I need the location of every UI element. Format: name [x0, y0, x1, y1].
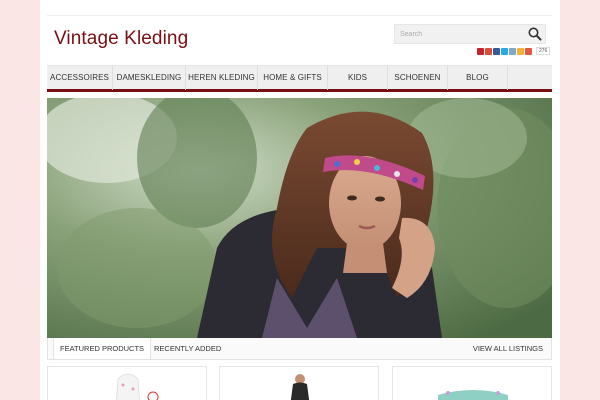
pinterest-icon[interactable] [477, 47, 484, 55]
site-title[interactable]: Vintage Kleding [54, 28, 188, 50]
tab-recently-added[interactable]: RECENTLY ADDED [148, 338, 227, 359]
page-inner: Vintage Kleding 276 ACCESSOIRES DAMESKLE… [47, 0, 552, 400]
page-container: Vintage Kleding 276 ACCESSOIRES DAMESKLE… [40, 0, 560, 400]
product-card[interactable] [47, 366, 207, 400]
hero-photo [47, 98, 552, 338]
top-strip [47, 0, 552, 16]
product-image [48, 367, 206, 400]
search-input[interactable] [395, 25, 523, 43]
product-card[interactable] [392, 366, 552, 400]
nav-item-heren-kleding[interactable]: HEREN KLEDING [186, 66, 258, 90]
nav-item-accessoires[interactable]: ACCESSOIRES [47, 66, 113, 90]
search-box [394, 24, 546, 44]
product-image [393, 367, 551, 400]
search-icon[interactable] [527, 26, 543, 42]
product-tabs: FEATURED PRODUCTS RECENTLY ADDED VIEW AL… [47, 338, 552, 360]
email-icon[interactable] [509, 47, 516, 55]
rss-icon[interactable] [517, 47, 524, 55]
view-all-listings-link[interactable]: VIEW ALL LISTINGS [467, 338, 549, 359]
hero-image[interactable] [47, 98, 552, 338]
nav-item-schoenen[interactable]: SCHOENEN [388, 66, 448, 90]
nav-item-home-gifts[interactable]: HOME & GIFTS [258, 66, 328, 90]
facebook-icon[interactable] [493, 47, 500, 55]
share-plus-icon[interactable] [525, 47, 532, 55]
product-grid [47, 366, 552, 400]
product-card[interactable] [219, 366, 379, 400]
google-plus-icon[interactable] [485, 47, 492, 55]
main-nav: ACCESSOIRES DAMESKLEDING HEREN KLEDING H… [47, 65, 552, 92]
product-image [220, 367, 378, 400]
nav-item-dameskleding[interactable]: DAMESKLEDING [113, 66, 186, 90]
nav-item-kids[interactable]: KIDS [328, 66, 388, 90]
tab-featured-products[interactable]: FEATURED PRODUCTS [53, 338, 152, 359]
twitter-icon[interactable] [501, 47, 508, 55]
social-share-bar: 276 [477, 47, 551, 55]
share-count: 276 [536, 47, 551, 55]
nav-item-blog[interactable]: BLOG [448, 66, 508, 90]
